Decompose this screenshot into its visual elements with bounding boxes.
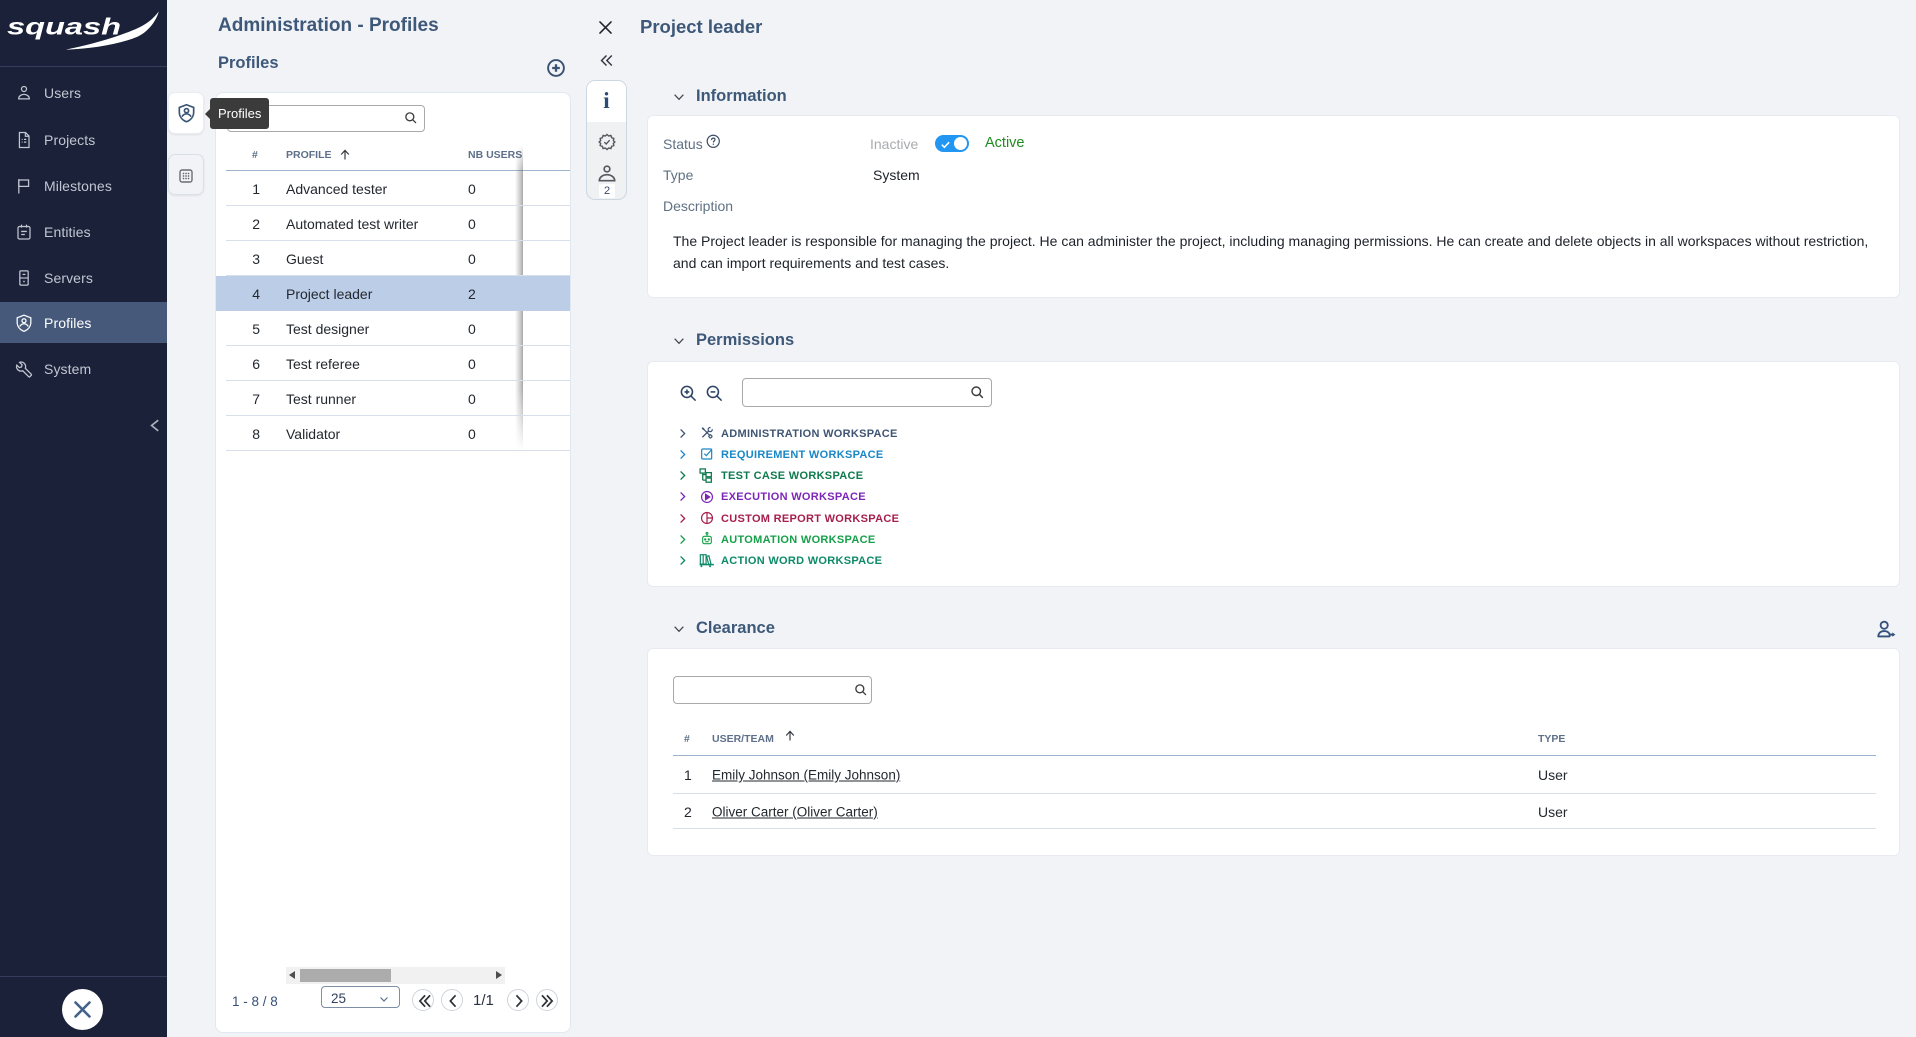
svg-text:squash: squash xyxy=(7,14,121,40)
